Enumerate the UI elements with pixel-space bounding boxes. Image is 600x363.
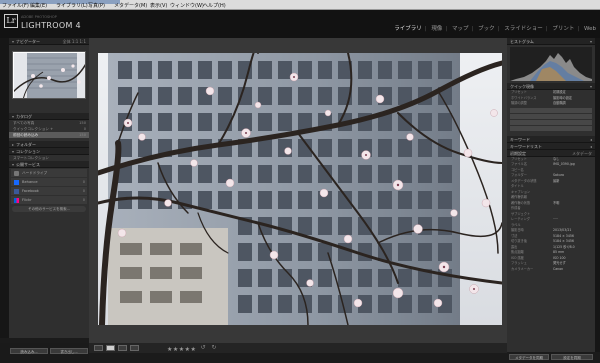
- menu-bar: ファイル(F) 編集(E) ライブラリ(L) 写真(P) メタデータ(M) 表示…: [0, 0, 600, 10]
- menu-library[interactable]: ライブラリ(L): [56, 2, 88, 9]
- menu-file[interactable]: ファイル(F): [2, 2, 29, 9]
- module-slideshow[interactable]: スライドショー: [504, 26, 543, 32]
- navigator-zoom-options[interactable]: 全体 1:1 1:1: [63, 38, 86, 45]
- metadata-header[interactable]: 初期設定 メタデータ: [507, 149, 595, 157]
- collapse-triangle-icon: ◂: [589, 143, 592, 149]
- rotate-right-icon[interactable]: ↻: [210, 345, 218, 351]
- meta-camera-make: カメラメーカー Canon: [511, 266, 564, 271]
- keyword-list-header[interactable]: キーワードリスト ◂: [507, 142, 595, 150]
- library-toolbar: [89, 343, 507, 353]
- catalog-previous-import[interactable]: 前回の読み込み 150: [9, 132, 89, 138]
- menu-edit[interactable]: 編集(E): [30, 2, 47, 9]
- metadata-preset-dropdown[interactable]: 初期設定: [510, 151, 526, 156]
- navigator-header[interactable]: ▾ ナビゲーター 全体 1:1 1:1: [9, 38, 89, 45]
- collections-header[interactable]: ▾ コレクション: [9, 148, 89, 155]
- keywording-header[interactable]: キーワード ◂: [507, 135, 595, 143]
- auto-tone-button[interactable]: 自動階調: [553, 101, 566, 107]
- grid-view-button[interactable]: [94, 345, 103, 351]
- sync-metadata-button[interactable]: メタデータを同期: [509, 354, 549, 360]
- right-panel: ヒストグラム ▾ クイック現像 ▾ プリセット 初期設定 ホワイトバランス 撮影時の設定…: [507, 38, 595, 352]
- histogram-graph: [510, 53, 592, 81]
- left-panel-toggle[interactable]: [0, 38, 9, 338]
- navigator-preview[interactable]: [12, 51, 86, 99]
- tone-control-row: 階調の調整 自動階調: [511, 101, 566, 107]
- menu-metadata[interactable]: メタデータ(M): [114, 2, 147, 9]
- clarity-slider-row[interactable]: [510, 113, 592, 119]
- module-web[interactable]: Web: [584, 26, 596, 32]
- expand-triangle-icon: ▸: [12, 142, 15, 147]
- collapse-triangle-icon: ◂: [589, 136, 592, 142]
- publish-hard-drive[interactable]: ハードドライブ: [11, 169, 87, 177]
- collapse-triangle-icon: ▾: [589, 39, 592, 44]
- publish-behance[interactable]: Behance 0: [11, 178, 87, 186]
- import-button[interactable]: 読み込み...: [10, 348, 48, 354]
- rating-stars[interactable]: ★★★★★: [167, 346, 196, 353]
- module-library[interactable]: ライブラリ: [394, 26, 422, 32]
- publish-facebook[interactable]: Facebook 0: [11, 187, 87, 195]
- collapse-triangle-icon: ▾: [12, 149, 15, 154]
- publish-flickr[interactable]: Flickr 0: [11, 196, 87, 204]
- module-develop[interactable]: 現像: [431, 26, 442, 32]
- sync-settings-button[interactable]: 設定を同期: [551, 354, 593, 360]
- navigator-thumbnail: [13, 52, 85, 98]
- app-name: LIGHTROOM 4: [21, 21, 81, 30]
- compare-view-button[interactable]: [118, 345, 127, 351]
- publish-services-header[interactable]: ▾ 公開サービス: [9, 161, 89, 168]
- collapse-triangle-icon: ▾: [12, 114, 15, 119]
- module-map[interactable]: マップ: [452, 26, 469, 32]
- histogram: [510, 47, 592, 81]
- survey-view-button[interactable]: [130, 345, 139, 351]
- collapse-triangle-icon: ▾: [589, 84, 592, 89]
- quick-develop-header[interactable]: クイック現像 ▾: [507, 83, 595, 90]
- folders-header[interactable]: ▸ フォルダー: [9, 141, 89, 148]
- export-button[interactable]: 書き出し...: [50, 348, 88, 354]
- right-panel-toggle[interactable]: [595, 38, 600, 352]
- module-book[interactable]: ブック: [478, 26, 495, 32]
- left-panel: ▾ ナビゲーター 全体 1:1 1:1 ▾ カタログ すべての写真 150 クイックコ…: [9, 38, 89, 338]
- rotate-left-icon[interactable]: ↺: [199, 345, 207, 351]
- module-picker: ライブラリ | 現像 | マップ | ブック | スライドショー | プリント | Web: [394, 26, 596, 32]
- histogram-header[interactable]: ヒストグラム ▾: [507, 38, 595, 45]
- facebook-icon: [14, 188, 19, 194]
- collapse-triangle-icon: ▾: [12, 39, 15, 44]
- behance-icon: [14, 179, 19, 185]
- catalog-header[interactable]: ▾ カタログ: [9, 113, 89, 120]
- module-print[interactable]: プリント: [552, 26, 574, 32]
- loupe-view-button[interactable]: [106, 345, 115, 351]
- menu-help[interactable]: ヘルプ(H): [203, 2, 226, 9]
- menu-photo[interactable]: 写真(P): [88, 2, 105, 9]
- hard-drive-icon: [14, 170, 19, 176]
- menu-window[interactable]: ウィンドウ(W): [170, 2, 204, 9]
- find-more-services-button[interactable]: その他のサービスを検索...: [12, 206, 86, 212]
- flickr-icon: [14, 197, 19, 203]
- main-photo[interactable]: [98, 53, 502, 325]
- lightroom-logo: Lr: [4, 14, 18, 28]
- cherry-blossom-photo: [98, 53, 502, 325]
- exposure-slider-row[interactable]: [510, 107, 592, 113]
- vibrance-slider-row[interactable]: [510, 119, 592, 125]
- collapse-triangle-icon: ▾: [12, 162, 15, 167]
- menu-view[interactable]: 表示(V): [150, 2, 167, 9]
- reset-all-row[interactable]: [510, 125, 592, 131]
- app-subtitle: ADOBE PHOTOSHOP: [21, 15, 57, 19]
